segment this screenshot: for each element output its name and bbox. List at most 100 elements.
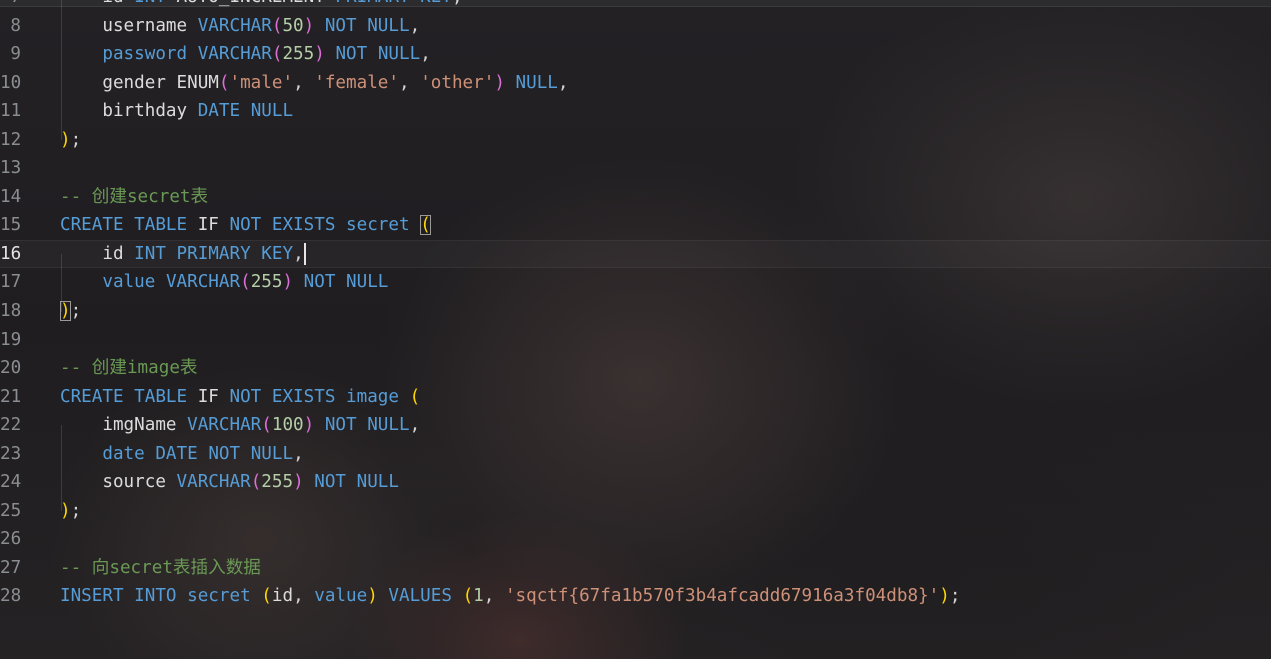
code-line[interactable]: 14 -- 创建secret表 [0, 183, 1271, 212]
code-line[interactable]: 15 CREATE TABLE IF NOT EXISTS secret ( [0, 211, 1271, 240]
code-token: AUTO_INCREMENT [177, 0, 325, 7]
code-token: password [102, 44, 188, 65]
code-line[interactable]: 20 -- 创建image表 [0, 354, 1271, 383]
code-token: ; [70, 301, 82, 322]
line-content[interactable]: date DATE NOT NULL, [60, 440, 303, 469]
code-line[interactable]: 11 birthday DATE NULL [0, 97, 1271, 126]
code-token: NOT [314, 472, 347, 493]
code-line[interactable]: 17 value VARCHAR(255) NOT NULL [0, 268, 1271, 297]
code-token: ) [60, 129, 71, 150]
code-token: ) [293, 472, 304, 493]
code-token: 'female' [314, 72, 399, 93]
code-token: , [293, 72, 315, 93]
code-token: TABLE [134, 215, 188, 236]
line-number: 26 [0, 529, 22, 550]
code-line[interactable]: 13 [0, 154, 1271, 183]
line-content[interactable]: -- 向secret表插入数据 [60, 554, 261, 583]
code-line[interactable]: 18); [0, 297, 1271, 326]
code-line[interactable]: 21 CREATE TABLE IF NOT EXISTS image ( [0, 383, 1271, 412]
code-token: ; [949, 586, 961, 607]
code-line[interactable]: 16 id INT PRIMARY KEY, [0, 240, 1271, 269]
code-line[interactable]: 26 [0, 525, 1271, 554]
code-token: ( [218, 72, 230, 93]
code-token: KEY [261, 243, 294, 264]
line-content[interactable]: -- 创建image表 [60, 354, 198, 383]
line-content[interactable]: CREATE TABLE IF NOT EXISTS image ( [60, 383, 420, 412]
code-token: ; [70, 129, 82, 150]
line-content[interactable]: -- 创建secret表 [60, 183, 208, 212]
code-token: 50 [282, 15, 304, 36]
code-lines[interactable]: 7 id INT AUTO_INCREMENT PRIMARY KEY,8 us… [0, 0, 1271, 611]
code-token: NOT [324, 15, 357, 36]
code-token: ) [303, 15, 315, 36]
code-token: value [102, 272, 156, 293]
line-number: 25 [0, 500, 22, 521]
code-line[interactable]: 23 date DATE NOT NULL, [0, 440, 1271, 469]
code-line[interactable]: 10 gender ENUM('male', 'female', 'other'… [0, 69, 1271, 98]
line-content[interactable]: password VARCHAR(255) NOT NULL, [60, 40, 430, 69]
code-token: , [557, 72, 569, 93]
line-content[interactable]: id INT AUTO_INCREMENT PRIMARY KEY, [60, 0, 462, 12]
code-line[interactable]: 24 source VARCHAR(255) NOT NULL [0, 468, 1271, 497]
line-content[interactable]: value VARCHAR(255) NOT NULL [60, 268, 388, 297]
code-token: PRIMARY [335, 0, 409, 7]
line-number: 21 [0, 386, 22, 407]
code-token: image [346, 386, 399, 407]
line-content[interactable]: birthday DATE NULL [60, 97, 293, 126]
code-token: imgName [102, 415, 177, 436]
code-token: ) [314, 44, 325, 65]
code-editor[interactable]: 7 id INT AUTO_INCREMENT PRIMARY KEY,8 us… [0, 0, 1271, 659]
line-content[interactable]: INSERT INTO secret (id, value) VALUES (1… [60, 582, 960, 611]
code-line[interactable]: 28 INSERT INTO secret (id, value) VALUES … [0, 582, 1271, 611]
line-content[interactable]: ); [60, 497, 81, 526]
code-line[interactable]: 9 password VARCHAR(255) NOT NULL, [0, 40, 1271, 69]
line-content[interactable]: ); [60, 297, 81, 326]
code-token: INSERT [60, 586, 124, 607]
line-content[interactable]: username VARCHAR(50) NOT NULL, [60, 12, 420, 41]
code-line[interactable]: 22 imgName VARCHAR(100) NOT NULL, [0, 411, 1271, 440]
code-line[interactable]: 25); [0, 497, 1271, 526]
code-token: INT [134, 243, 166, 264]
code-token: 100 [271, 415, 304, 436]
code-line[interactable]: 19 [0, 326, 1271, 355]
code-token: ( [261, 586, 272, 607]
line-content[interactable]: gender ENUM('male', 'female', 'other') N… [60, 69, 569, 98]
line-content[interactable]: source VARCHAR(255) NOT NULL [60, 468, 399, 497]
line-content[interactable]: CREATE TABLE IF NOT EXISTS secret ( [60, 211, 431, 240]
code-token: NULL [250, 443, 294, 464]
code-token: ( [271, 15, 283, 36]
line-content[interactable]: imgName VARCHAR(100) NOT NULL, [60, 411, 420, 440]
code-token: VALUES [388, 586, 452, 607]
line-content[interactable]: id INT PRIMARY KEY, [60, 240, 306, 269]
code-line[interactable]: 7 id INT AUTO_INCREMENT PRIMARY KEY, [0, 0, 1271, 12]
code-line[interactable]: 12); [0, 126, 1271, 155]
code-line[interactable]: 27 -- 向secret表插入数据 [0, 554, 1271, 583]
line-content[interactable]: ); [60, 126, 81, 155]
line-number: 16 [0, 243, 22, 264]
code-line[interactable]: 8 username VARCHAR(50) NOT NULL, [0, 12, 1271, 41]
